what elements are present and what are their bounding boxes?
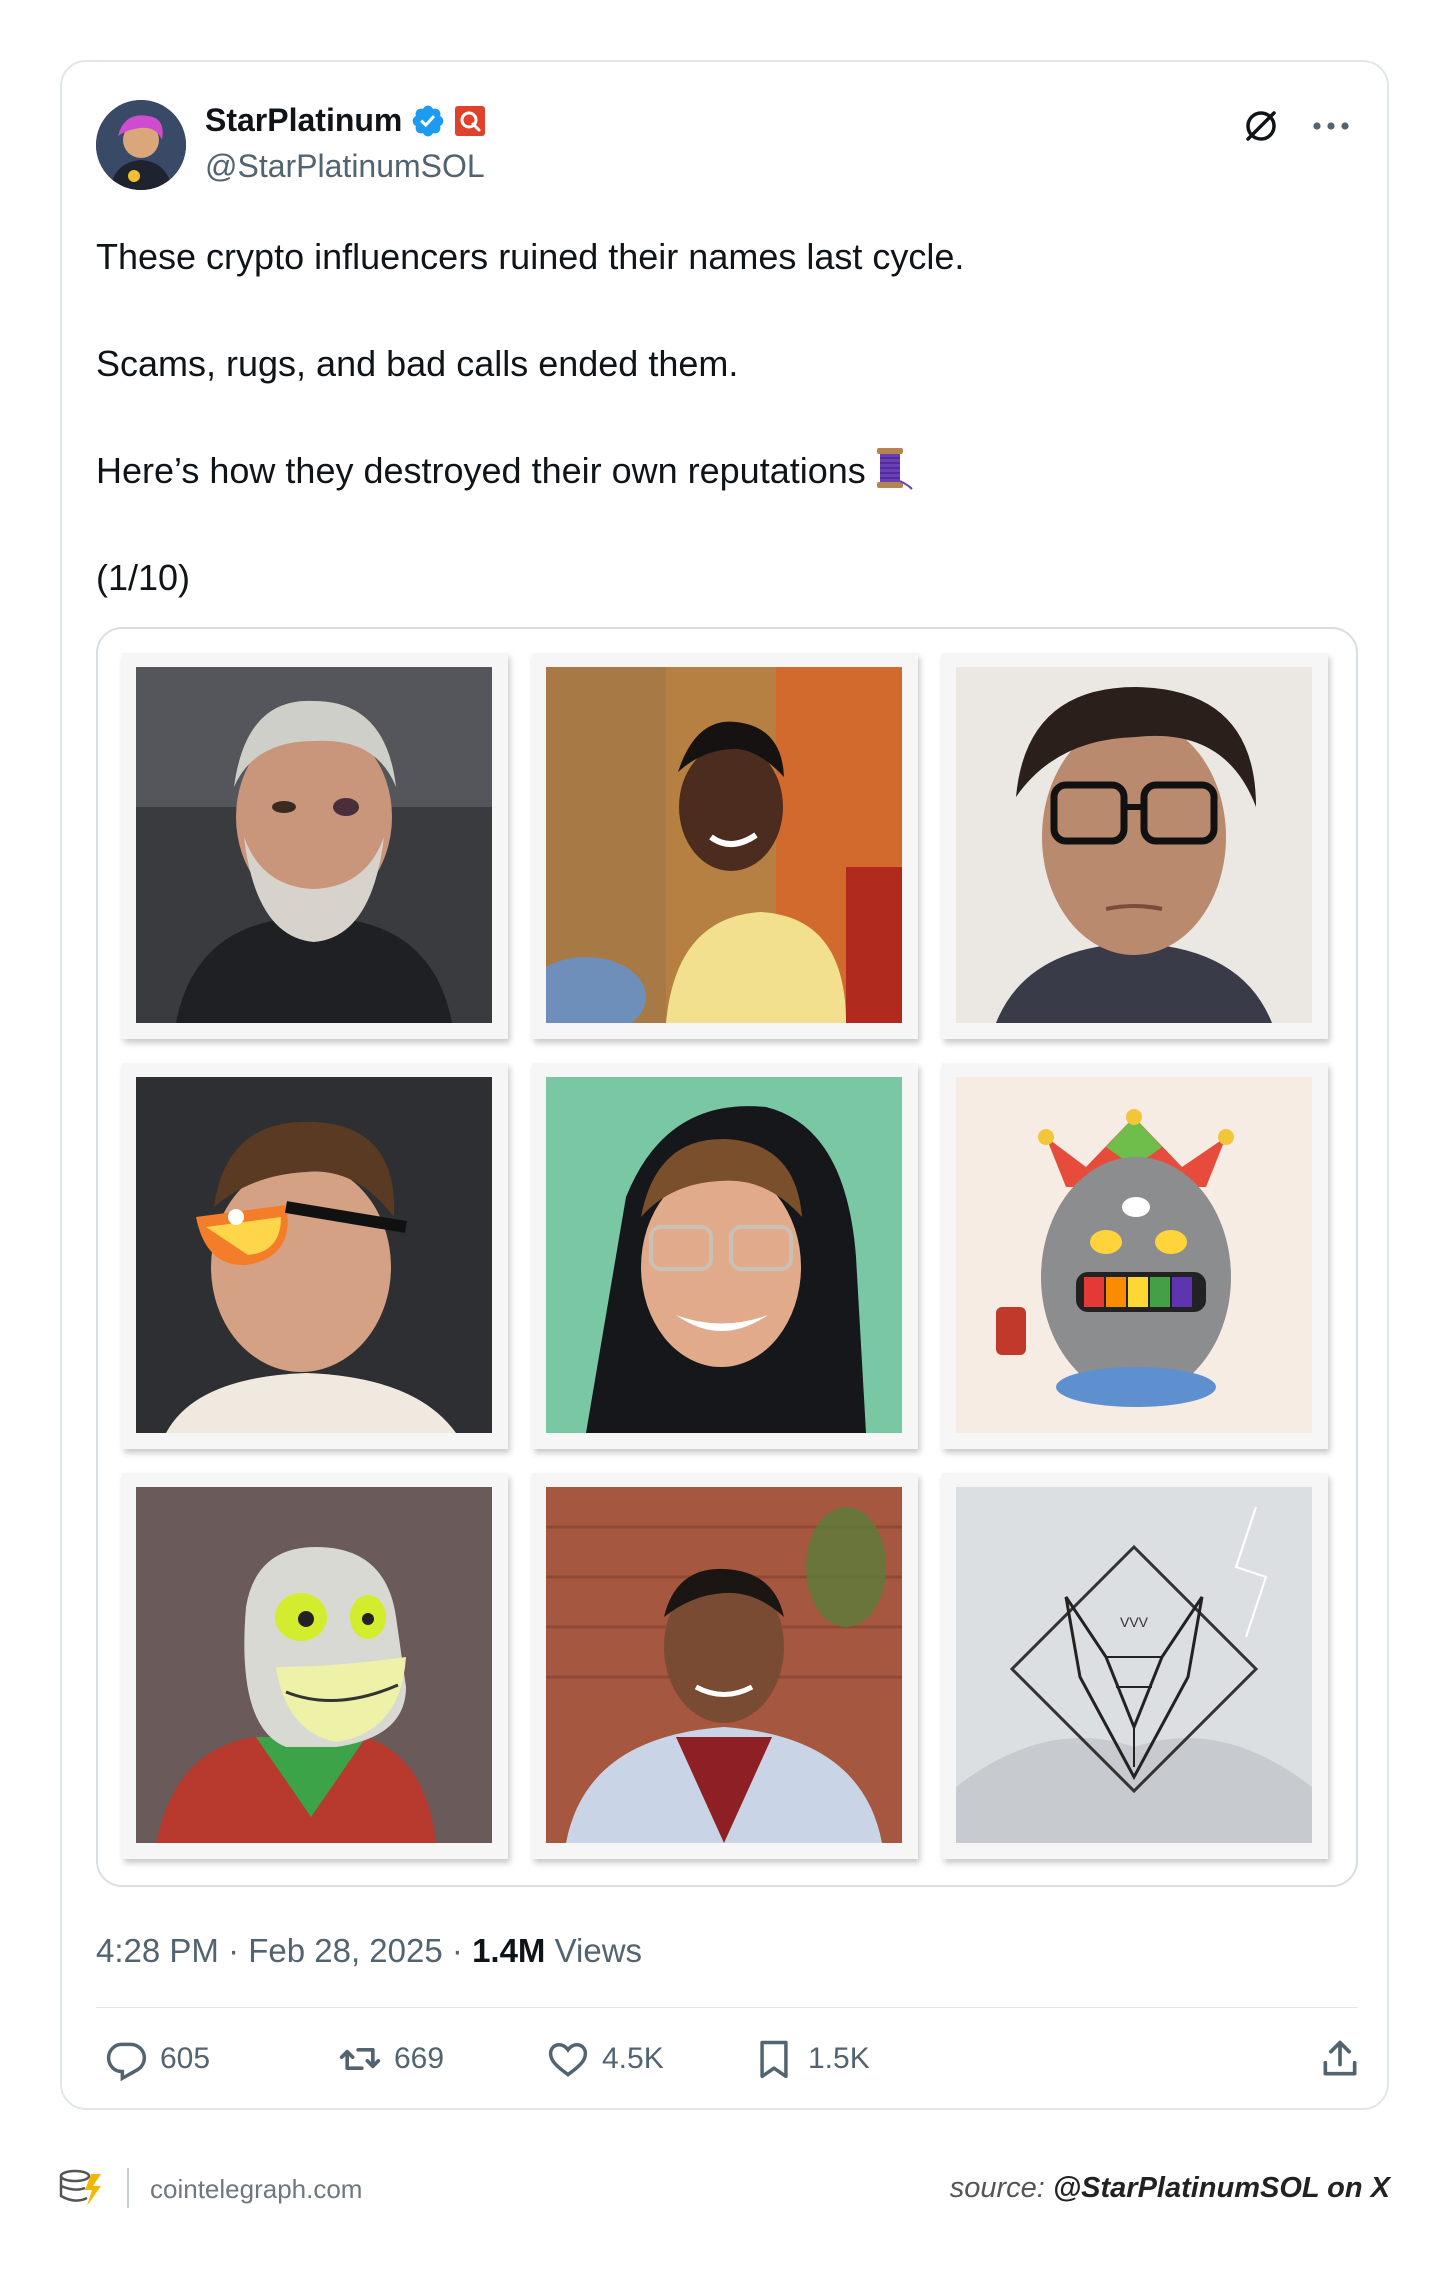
affiliate-org-badge-icon xyxy=(455,105,486,136)
media-tile[interactable] xyxy=(122,1473,508,1859)
views-count: 1.4M xyxy=(472,1932,546,1969)
media-tile[interactable] xyxy=(532,1063,918,1449)
tweet-paragraph-text: Here’s how they destroyed their own repu… xyxy=(96,450,866,491)
media-tile[interactable] xyxy=(532,653,918,1039)
footer-site[interactable]: cointelegraph.com xyxy=(150,2174,362,2205)
logo-wolf: VVV xyxy=(956,1487,1312,1843)
portrait-glasses xyxy=(956,667,1312,1023)
tweet-time[interactable]: 4:28 PM xyxy=(96,1932,219,1969)
views-label: Views xyxy=(545,1932,643,1969)
media-tile[interactable] xyxy=(532,1473,918,1859)
meta-separator: · xyxy=(442,1932,473,1969)
meta-separator: · xyxy=(218,1932,249,1969)
tweet-top-actions xyxy=(1239,104,1353,148)
like-count: 4.5K xyxy=(602,2042,664,2075)
media-tile[interactable] xyxy=(122,653,508,1039)
author-avatar[interactable] xyxy=(96,100,186,190)
author-name[interactable]: StarPlatinum xyxy=(205,102,402,139)
like-button[interactable]: 4.5K xyxy=(546,2037,664,2081)
grok-icon[interactable] xyxy=(1239,104,1283,148)
more-icon[interactable] xyxy=(1309,104,1353,148)
tweet-text: These crypto influencers ruined their na… xyxy=(96,230,1346,658)
thread-spool-icon xyxy=(876,448,913,490)
divider xyxy=(96,2007,1358,2008)
heart-icon xyxy=(548,2042,588,2077)
tweet-meta: 4:28 PM · Feb 28, 2025 · 1.4M Views xyxy=(96,1932,642,1970)
media-tile[interactable]: VVV xyxy=(942,1473,1328,1859)
tweet-media[interactable]: VVV xyxy=(96,627,1358,1887)
author-handle[interactable]: @StarPlatinumSOL xyxy=(205,148,485,185)
repost-button[interactable]: 669 xyxy=(338,2037,444,2081)
tweet-card: StarPlatinum @StarPlatinumSOL These cryp… xyxy=(60,60,1389,2110)
footer-separator xyxy=(127,2168,129,2208)
portrait-hoodie xyxy=(546,1077,902,1433)
svg-text:VVV: VVV xyxy=(1120,1614,1149,1630)
media-grid: VVV xyxy=(122,653,1328,1859)
footer-source: source: @StarPlatinumSOL on X xyxy=(950,2172,1390,2205)
cointelegraph-logo-icon xyxy=(59,2169,101,2206)
share-icon xyxy=(1323,2040,1357,2076)
tweet-paragraph: Scams, rugs, and bad calls ended them. xyxy=(96,343,739,384)
media-tile[interactable] xyxy=(942,653,1328,1039)
tweet-paragraph: Here’s how they destroyed their own repu… xyxy=(96,444,1346,498)
avatar-illustration xyxy=(96,100,186,190)
nft-jester-egg xyxy=(956,1077,1312,1433)
reply-count: 605 xyxy=(160,2042,211,2075)
tweet-paragraph: (1/10) xyxy=(96,557,191,598)
portrait-red-shirt xyxy=(546,1487,902,1843)
portrait-grey-beard xyxy=(136,667,492,1023)
media-tile[interactable] xyxy=(942,1063,1328,1449)
repost-icon xyxy=(339,2048,381,2070)
portrait-yellow-shirt xyxy=(546,667,902,1023)
media-tile[interactable] xyxy=(122,1063,508,1449)
tweet-actions-bar: 605 669 4.5K 1.5K xyxy=(96,2037,1358,2097)
repost-count: 669 xyxy=(394,2042,445,2075)
tweet-date[interactable]: Feb 28, 2025 xyxy=(248,1932,443,1969)
tweet-paragraph: These crypto influencers ruined their na… xyxy=(96,236,965,277)
reply-button[interactable]: 605 xyxy=(104,2037,210,2081)
verified-badge-icon xyxy=(413,105,444,136)
portrait-sunglasses xyxy=(136,1077,492,1433)
bookmark-count: 1.5K xyxy=(808,2042,870,2075)
reply-icon xyxy=(106,2042,147,2081)
bookmark-icon xyxy=(760,2040,788,2079)
author-name-row: StarPlatinum xyxy=(205,102,486,139)
share-button[interactable] xyxy=(1318,2037,1362,2081)
nft-lizard xyxy=(136,1487,492,1843)
source-value: @StarPlatinumSOL on X xyxy=(1052,2172,1390,2204)
bookmark-button[interactable]: 1.5K xyxy=(752,2037,870,2081)
source-label: source: xyxy=(949,2172,1053,2204)
